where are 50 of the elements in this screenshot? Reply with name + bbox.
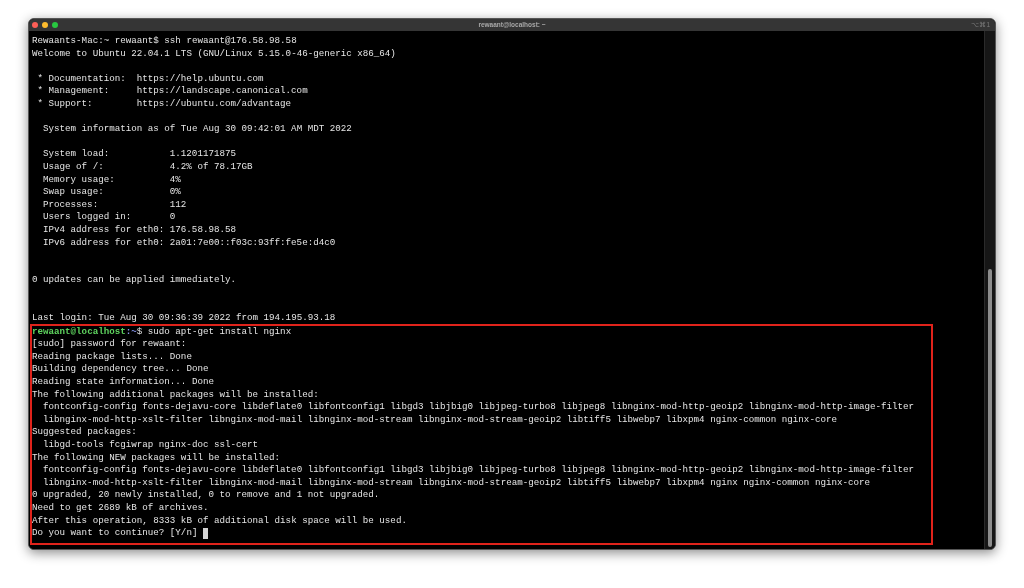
output-line: The following additional packages will be installed: <box>32 388 319 402</box>
output-line: Building dependency tree... Done <box>32 363 209 377</box>
package-list-line: libgd-tools fcgiwrap nginx-doc ssl-cert <box>43 439 259 452</box>
output-line: Need to get 2689 kB of archives. <box>32 501 209 515</box>
prompt-path: :~ <box>125 325 137 339</box>
package-list-line: libnginx-mod-http-xslt-filter libnginx-mod-mail libnginx-mod-stream libnginx-mod-stream-geoip2 libtiff5 libwebp7 libxpm4 nginx-common nginx-core <box>43 413 837 427</box>
info-value: 2a01:7e00::f03c:93ff:fe5e:d4c0 <box>169 236 336 250</box>
package-list-line: libnginx-mod-http-xslt-filter libnginx-mod-mail libnginx-mod-stream libnginx-mod-stream-geoip2 libtiff5 libwebp7 libxpm4 nginx nginx-common nginx-core <box>43 476 871 490</box>
output-line: Suggested packages: <box>32 426 137 439</box>
link-label: * Support: <box>37 97 93 111</box>
scrollbar-thumb[interactable] <box>988 269 992 547</box>
link-label: * Documentation: <box>37 72 126 86</box>
url-text: https://ubuntu.com/advantage <box>136 97 292 111</box>
command-text: $ sudo apt-get install nginx <box>136 325 292 339</box>
info-label: Swap usage: <box>43 186 104 199</box>
command-line: Rewaants-Mac:~ rewaant$ ssh rewaant@176.58.98.58 <box>32 35 297 48</box>
info-label: System load: <box>43 148 110 161</box>
window-zoom-button[interactable] <box>52 22 58 28</box>
url-text: https://landscape.canonical.com <box>136 85 308 98</box>
window-minimize-button[interactable] <box>42 22 48 28</box>
info-label: Usage of /: <box>43 160 104 174</box>
info-label: IPv4 address for eth0: <box>43 223 165 237</box>
output-line: After this operation, 8333 kB of additional disk space will be used. <box>32 514 407 528</box>
info-value: 0 <box>169 211 176 224</box>
info-label: Processes: <box>43 198 99 212</box>
info-value: 176.58.98.58 <box>169 223 236 237</box>
updates-line: 0 updates can be applied immediately. <box>32 274 236 287</box>
output-line: [sudo] password for rewaant: <box>32 338 187 351</box>
info-label: Memory usage: <box>43 173 115 187</box>
info-heading: System information as of Tue Aug 30 09:42:01 AM MDT 2022 <box>43 123 352 136</box>
info-label: Users logged in: <box>43 211 132 224</box>
output-line: Do you want to continue? [Y/n] <box>32 527 198 540</box>
url-text: https://help.ubuntu.com <box>136 72 264 86</box>
prompt-user-host: rewaant@localhost <box>32 325 126 339</box>
output-line: The following NEW packages will be installed: <box>32 451 281 465</box>
package-list-line: fontconfig-config fonts-dejavu-core libdeflate0 libfontconfig1 libgd3 libjbig0 libjpeg-turbo8 libjpeg8 libnginx-mod-http-geoip2 libnginx-mod-http-image-filter <box>43 401 915 414</box>
last-login-line: Last login: Tue Aug 30 09:36:39 2022 from 194.195.93.18 <box>32 312 336 325</box>
info-label: IPv6 address for eth0: <box>43 236 165 250</box>
link-label: * Management: <box>37 85 110 98</box>
output-line: Reading package lists... Done <box>32 350 192 364</box>
info-value: 0% <box>169 186 181 199</box>
info-value: 4.2% of 78.17GB <box>169 160 253 174</box>
info-value: 1.1201171875 <box>169 148 236 161</box>
welcome-line: Welcome to Ubuntu 22.04.1 LTS (GNU/Linux 5.15.0-46-generic x86_64) <box>32 47 396 61</box>
output-line: Reading state information... Done <box>32 376 214 389</box>
package-list-line: fontconfig-config fonts-dejavu-core libdeflate0 libfontconfig1 libgd3 libjbig0 libjpeg-turbo8 libjpeg8 libnginx-mod-http-geoip2 libnginx-mod-http-image-filter <box>43 464 915 477</box>
output-line: 0 upgraded, 20 newly installed, 0 to remove and 1 not upgraded. <box>32 489 380 502</box>
info-value: 4% <box>169 173 181 187</box>
info-value: 112 <box>169 198 187 212</box>
window-close-button[interactable] <box>32 22 38 28</box>
